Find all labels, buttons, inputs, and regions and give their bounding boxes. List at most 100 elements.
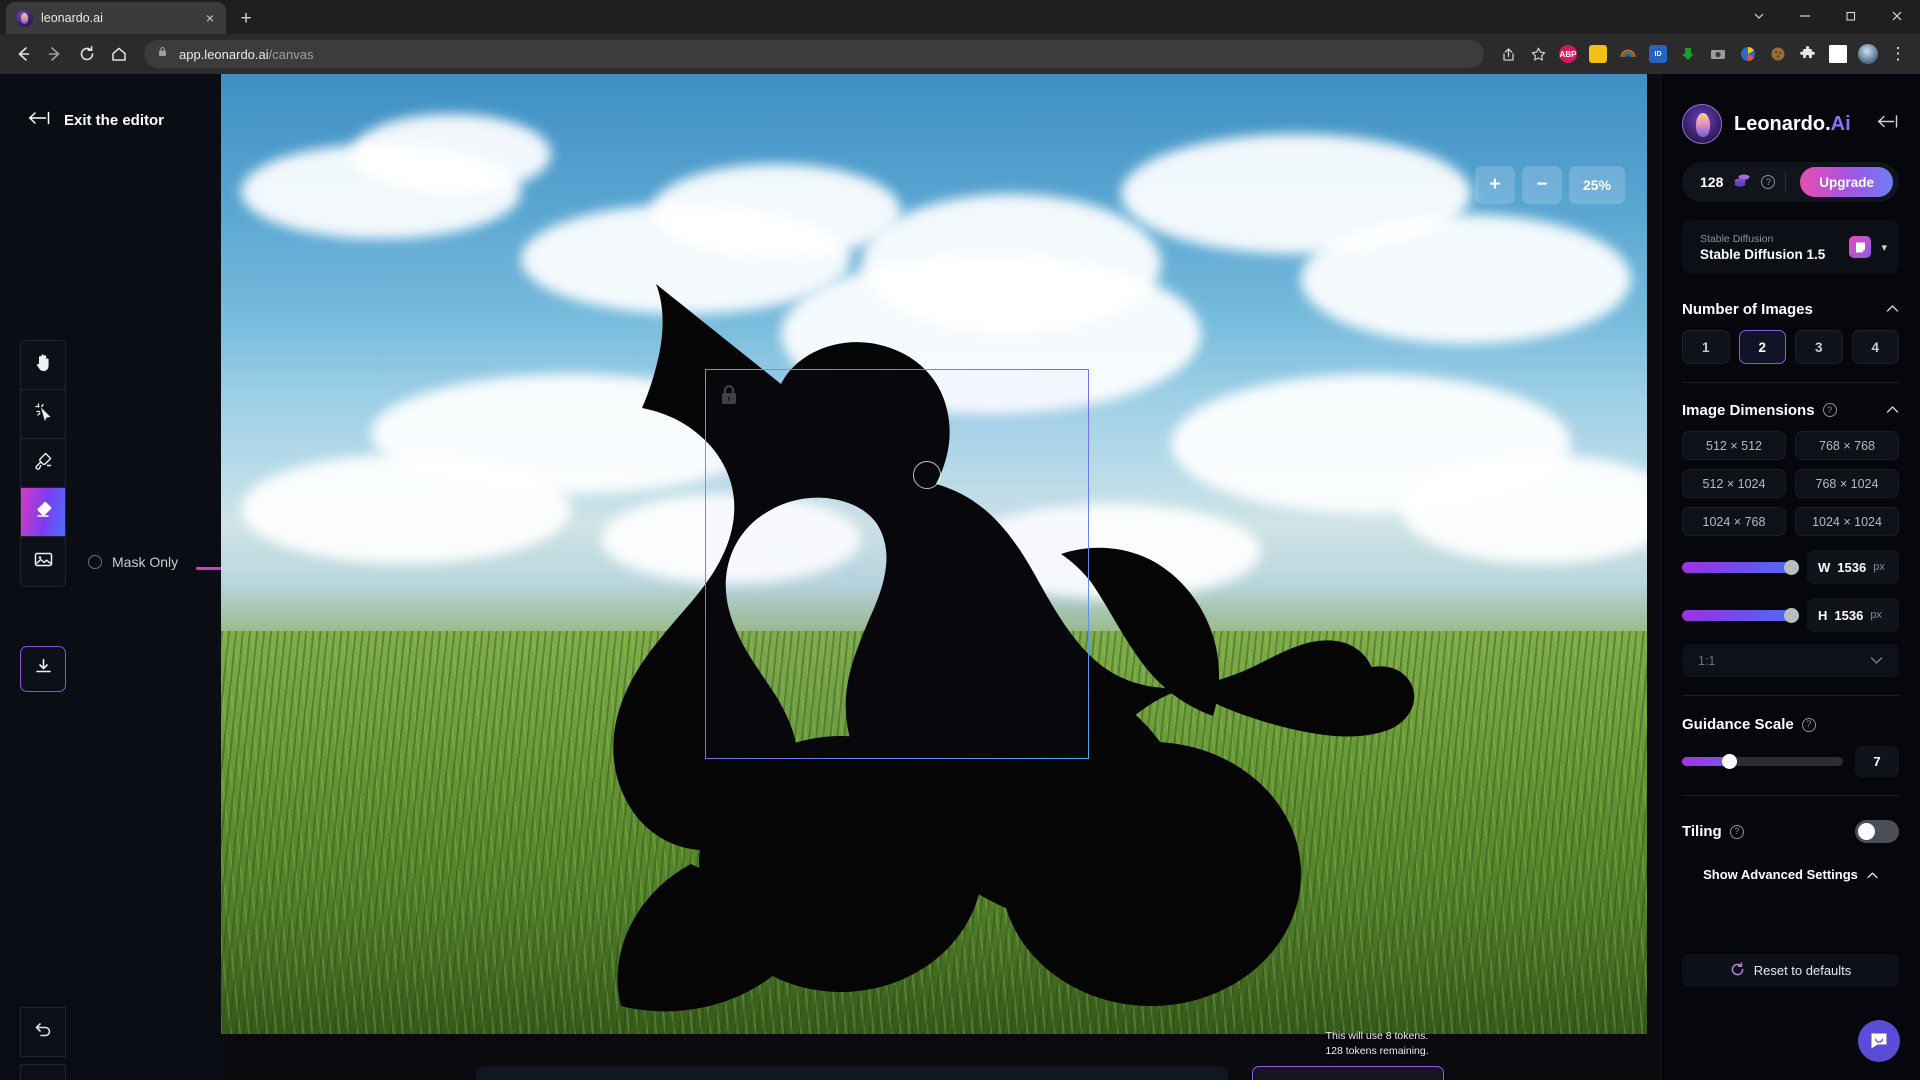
aspect-ratio-chevron-down-icon[interactable] xyxy=(1870,654,1883,668)
eraser-tool[interactable] xyxy=(21,488,65,537)
upgrade-button[interactable]: Upgrade xyxy=(1800,167,1893,197)
eraser-icon xyxy=(32,498,55,526)
window-maximize-icon[interactable] xyxy=(1828,0,1874,32)
coins-icon xyxy=(1733,172,1751,193)
rainbow-extension[interactable] xyxy=(1614,40,1642,68)
token-usage-note: This will use 8 tokens. 128 tokens remai… xyxy=(1292,1029,1462,1058)
exit-editor-label: Exit the editor xyxy=(64,111,165,129)
credit-count: 128 xyxy=(1700,174,1724,190)
tab-close-icon[interactable]: × xyxy=(200,8,220,28)
brush-tool[interactable] xyxy=(21,439,65,488)
camera-extension[interactable] xyxy=(1704,40,1732,68)
guidance-scale-slider-knob[interactable] xyxy=(1722,754,1738,769)
number-of-images-options: 1 2 3 4 xyxy=(1682,330,1899,364)
model-thumbnail xyxy=(1849,236,1872,258)
show-advanced-settings-button[interactable]: Show Advanced Settings xyxy=(1682,867,1899,882)
square-extension[interactable] xyxy=(1824,40,1852,68)
guidance-scale-slider[interactable] xyxy=(1682,754,1843,769)
guidance-scale-slider-fill xyxy=(1682,757,1728,766)
image-dimensions-header[interactable]: Image Dimensions ? xyxy=(1682,401,1899,419)
number-of-images-option-3[interactable]: 3 xyxy=(1795,330,1843,364)
aspect-ratio-select[interactable]: 1:1 xyxy=(1682,644,1899,677)
puzzle-extensions-icon[interactable] xyxy=(1794,40,1822,68)
dimension-preset-768x1024[interactable]: 768 × 1024 xyxy=(1795,469,1899,498)
dimension-preset-768x768[interactable]: 768 × 768 xyxy=(1795,431,1899,460)
show-advanced-settings-label: Show Advanced Settings xyxy=(1703,867,1858,882)
download-tool[interactable] xyxy=(20,646,66,692)
image-dimensions-help-icon[interactable]: ? xyxy=(1822,403,1837,417)
zoom-in-button[interactable]: + xyxy=(1474,166,1515,204)
image-dimensions-chevron-up-icon[interactable] xyxy=(1886,401,1899,419)
address-bar[interactable]: app.leonardo.ai/canvas xyxy=(144,40,1484,68)
paintbrush-icon xyxy=(32,450,54,477)
dimension-preset-512x1024[interactable]: 512 × 1024 xyxy=(1682,469,1786,498)
mask-selection-box[interactable] xyxy=(705,369,1089,759)
cookie-extension[interactable] xyxy=(1764,40,1792,68)
adblock-plus-extension[interactable]: ABP xyxy=(1554,40,1582,68)
mask-only-option[interactable]: Mask Only xyxy=(88,554,178,570)
tiling-toggle-knob xyxy=(1858,823,1875,840)
brand-row: Leonardo.Ai xyxy=(1682,74,1899,144)
undo-button[interactable] xyxy=(20,1007,66,1057)
collapse-panel-icon[interactable] xyxy=(1877,114,1899,134)
model-selector[interactable]: Stable Diffusion Stable Diffusion 1.5 ▾ xyxy=(1682,220,1899,274)
magic-select-tool[interactable] xyxy=(21,390,65,439)
dimension-preset-1024x1024[interactable]: 1024 × 1024 xyxy=(1795,507,1899,536)
prompt-input-bar[interactable]: himmel gras xyxy=(476,1066,1228,1080)
color-wheel-extension[interactable] xyxy=(1734,40,1762,68)
exit-editor-button[interactable]: Exit the editor xyxy=(28,110,164,130)
number-of-images-header[interactable]: Number of Images xyxy=(1682,300,1899,318)
width-value-box[interactable]: W 1536 px xyxy=(1807,550,1899,584)
yellow-grid-extension[interactable] xyxy=(1584,40,1612,68)
forward-icon[interactable] xyxy=(40,39,70,69)
browser-tab[interactable]: leonardo.ai × xyxy=(6,2,226,34)
width-slider[interactable] xyxy=(1682,559,1799,575)
green-download-extension[interactable] xyxy=(1674,40,1702,68)
divider xyxy=(1682,695,1899,696)
number-of-images-chevron-up-icon[interactable] xyxy=(1886,300,1899,318)
new-tab-button[interactable]: + xyxy=(232,4,260,32)
window-close-icon[interactable] xyxy=(1874,0,1920,32)
height-label: H xyxy=(1818,607,1828,623)
model-chevron-down-icon[interactable]: ▾ xyxy=(1881,241,1887,254)
generate-button[interactable]: Generate xyxy=(1252,1066,1444,1080)
credits-help-icon[interactable]: ? xyxy=(1761,175,1776,189)
back-icon[interactable] xyxy=(8,39,38,69)
window-minimize-icon[interactable] xyxy=(1782,0,1828,32)
number-of-images-option-4[interactable]: 4 xyxy=(1851,330,1899,364)
image-upload-tool[interactable] xyxy=(21,537,65,586)
height-slider-knob[interactable] xyxy=(1784,607,1799,623)
reset-to-defaults-button[interactable]: Reset to defaults xyxy=(1682,954,1899,987)
chat-bubble-icon[interactable] xyxy=(1858,1020,1900,1062)
hand-pan-tool[interactable] xyxy=(21,341,65,390)
height-value[interactable]: 1536 xyxy=(1834,608,1863,623)
tiling-help-icon[interactable]: ? xyxy=(1729,824,1744,839)
home-icon[interactable] xyxy=(104,39,134,69)
avatar[interactable] xyxy=(1854,40,1882,68)
dimension-preset-512x512[interactable]: 512 × 512 xyxy=(1682,431,1786,460)
zoom-out-button[interactable]: − xyxy=(1521,166,1562,204)
number-of-images-option-1[interactable]: 1 xyxy=(1682,330,1730,364)
number-of-images-option-2[interactable]: 2 xyxy=(1738,330,1786,364)
guidance-scale-value[interactable]: 7 xyxy=(1855,746,1899,777)
brand-name-suffix: Ai xyxy=(1830,112,1851,135)
image-canvas[interactable]: + − 25% xyxy=(221,74,1647,1034)
share-icon[interactable] xyxy=(1494,40,1522,68)
window-more-icon[interactable] xyxy=(1736,0,1782,32)
dimension-preset-1024x768[interactable]: 1024 × 768 xyxy=(1682,507,1786,536)
redo-button[interactable] xyxy=(20,1064,66,1080)
height-value-box[interactable]: H 1536 px xyxy=(1807,598,1899,632)
editor-left-rail: Exit the editor Mask Only xyxy=(0,74,300,1080)
width-value[interactable]: 1536 xyxy=(1837,560,1866,575)
tiling-toggle[interactable] xyxy=(1855,820,1899,843)
zoom-level-label[interactable]: 25% xyxy=(1568,166,1625,204)
height-slider[interactable] xyxy=(1682,607,1799,623)
blue-id-extension[interactable]: ID xyxy=(1644,40,1672,68)
mask-only-radio[interactable] xyxy=(88,555,102,569)
number-of-images-title: Number of Images xyxy=(1682,300,1813,318)
width-slider-knob[interactable] xyxy=(1784,559,1799,575)
reload-icon[interactable] xyxy=(72,39,102,69)
bookmark-star-icon[interactable] xyxy=(1524,40,1552,68)
guidance-scale-help-icon[interactable]: ? xyxy=(1801,717,1816,732)
chrome-menu-icon[interactable]: ⋮ xyxy=(1884,40,1912,68)
